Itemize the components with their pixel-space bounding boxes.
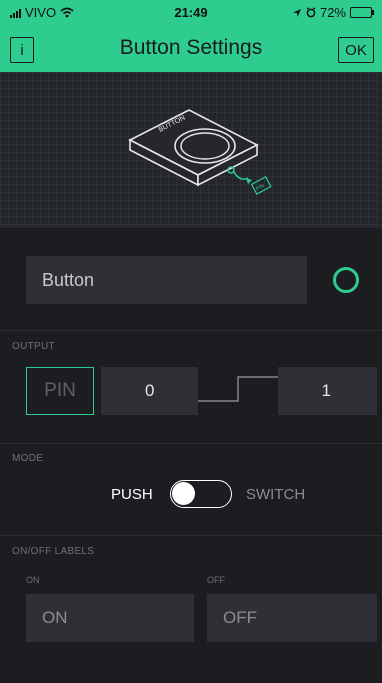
widget-preview: BUTTON PIN — [0, 72, 382, 228]
divider — [0, 330, 382, 331]
labels-section-label: ON/OFF LABELS — [12, 546, 95, 557]
mode-push-label[interactable]: PUSH — [111, 486, 153, 503]
ok-button[interactable]: OK — [338, 37, 374, 63]
on-label-value: ON — [42, 608, 68, 627]
range-connector-icon — [198, 376, 278, 402]
output-section-label: OUTPUT — [12, 341, 55, 352]
status-bar: VIVO 21:49 72% — [0, 0, 382, 26]
divider — [0, 443, 382, 444]
off-label-field[interactable]: OFF — [207, 594, 377, 642]
status-right: 72% — [292, 5, 374, 20]
alarm-icon — [306, 7, 316, 18]
header-bar: i Button Settings OK — [0, 26, 382, 72]
pin-select-button[interactable]: PIN — [26, 367, 94, 415]
mode-row: PUSH SWITCH — [0, 478, 382, 512]
battery-icon — [350, 7, 374, 18]
page-title: Button Settings — [119, 36, 263, 59]
mode-toggle[interactable] — [170, 480, 232, 508]
battery-percent: 72% — [319, 5, 346, 20]
button-device-illustration: BUTTON PIN — [128, 109, 272, 195]
output-min-value: 0 — [145, 381, 155, 400]
output-max-value: 1 — [321, 381, 331, 400]
pin-tag-label: PIN — [255, 183, 266, 192]
divider — [0, 535, 382, 536]
widget-name-field[interactable]: Button — [26, 256, 307, 304]
mode-section-label: MODE — [12, 453, 44, 464]
widget-name-value: Button — [42, 270, 95, 290]
output-max-field[interactable]: 1 — [278, 367, 377, 415]
output-min-field[interactable]: 0 — [101, 367, 198, 415]
toggle-knob — [172, 482, 195, 505]
mode-switch-label[interactable]: SWITCH — [246, 486, 305, 503]
off-label-value: OFF — [223, 608, 257, 627]
on-label-field[interactable]: ON — [26, 594, 194, 642]
off-caption: OFF — [207, 575, 225, 585]
location-arrow-icon — [292, 8, 301, 17]
on-caption: ON — [26, 575, 40, 585]
color-picker-button[interactable] — [333, 267, 359, 293]
